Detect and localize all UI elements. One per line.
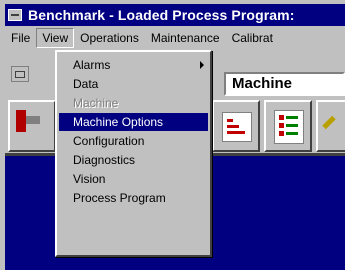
tool-button-checklist[interactable] xyxy=(264,100,312,152)
menu-item-alarms[interactable]: Alarms xyxy=(59,56,208,74)
menu-item-machine: Machine xyxy=(73,96,119,110)
system-menu-icon[interactable] xyxy=(8,9,22,21)
submenu-arrow-icon xyxy=(200,61,204,69)
tool-button-syringe[interactable] xyxy=(8,100,56,152)
menu-calibration[interactable]: Calibrat xyxy=(226,28,279,48)
menu-item-configuration[interactable]: Configuration xyxy=(59,132,208,150)
menu-item-label: Alarms xyxy=(73,58,111,72)
window-title: Benchmark - Loaded Process Program: xyxy=(28,7,295,23)
syringe-tip-icon xyxy=(26,116,40,124)
menu-view[interactable]: View xyxy=(36,28,75,48)
menu-item-vision[interactable]: Vision xyxy=(59,170,208,188)
menu-bar: File View Operations Maintenance Calibra… xyxy=(5,27,345,49)
menu-maintenance[interactable]: Maintenance xyxy=(145,28,226,48)
menu-item-data[interactable]: Data xyxy=(59,75,208,93)
tool-button-wrench[interactable] xyxy=(316,100,345,152)
title-bar[interactable]: Benchmark - Loaded Process Program: xyxy=(5,4,345,26)
screen-button[interactable] xyxy=(11,66,29,82)
app-window: Benchmark - Loaded Process Program: File… xyxy=(0,0,345,270)
machine-combobox[interactable]: Machine xyxy=(224,72,345,96)
syringe-icon xyxy=(16,110,26,132)
menu-item-process-program[interactable]: Process Program xyxy=(59,189,208,207)
view-menu-dropdown: Alarms Data Machine Machine Options Conf… xyxy=(55,50,212,257)
menu-file[interactable]: File xyxy=(5,28,36,48)
wrench-icon xyxy=(322,115,336,130)
chart-icon xyxy=(222,112,252,142)
tool-button-chart[interactable] xyxy=(212,100,260,152)
checklist-icon xyxy=(274,110,304,144)
menu-operations[interactable]: Operations xyxy=(74,28,145,48)
menu-item-diagnostics[interactable]: Diagnostics xyxy=(59,151,208,169)
menu-item-machine-options[interactable]: Machine Options xyxy=(59,113,208,131)
